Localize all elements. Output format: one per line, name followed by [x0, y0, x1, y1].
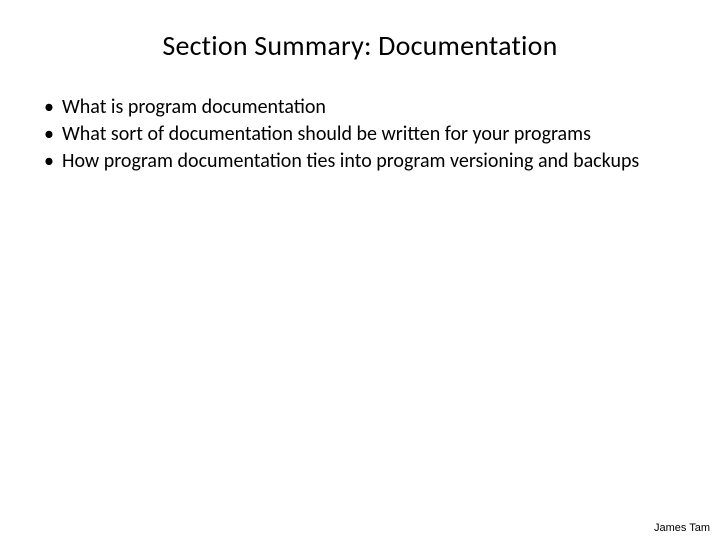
bullet-list: What is program documentation What sort …	[40, 95, 688, 174]
author-footer: James Tam	[654, 522, 710, 534]
slide-content: What is program documentation What sort …	[32, 95, 688, 174]
bullet-item: What is program documentation	[40, 95, 688, 120]
bullet-item: What sort of documentation should be wri…	[40, 122, 688, 147]
slide: Section Summary: Documentation What is p…	[0, 0, 720, 540]
slide-title: Section Summary: Documentation	[32, 28, 688, 63]
bullet-item: How program documentation ties into prog…	[40, 149, 688, 174]
